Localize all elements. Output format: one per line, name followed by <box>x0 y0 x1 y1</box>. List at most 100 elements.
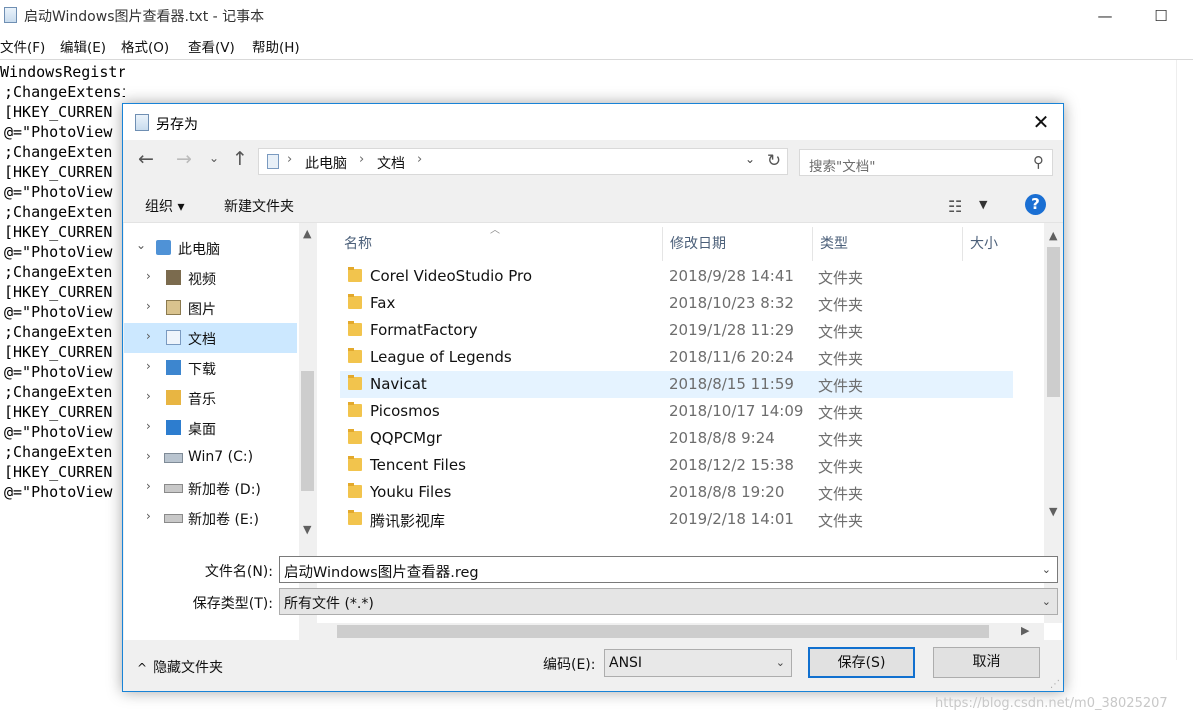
search-icon[interactable]: ⚲ <box>1033 153 1044 171</box>
expand-chevron-icon[interactable]: › <box>146 269 151 283</box>
text-line: ;ChangeExten <box>4 383 113 401</box>
folder-icon <box>348 483 362 498</box>
text-line: @="PhotoView <box>4 303 113 321</box>
back-arrow-icon[interactable]: ← <box>135 148 157 170</box>
scroll-up-arrow-icon[interactable]: ▲ <box>303 227 311 240</box>
recent-locations-chevron-icon[interactable]: ⌄ <box>203 151 225 165</box>
view-options-icon[interactable]: ☷ <box>948 197 962 216</box>
menu-help[interactable]: 帮助(H) <box>252 36 300 56</box>
column-size[interactable]: 大小 <box>970 233 998 253</box>
scroll-down-arrow-icon[interactable]: ▼ <box>1049 505 1057 518</box>
file-row[interactable]: Tencent Files 2018/12/2 15:38 文件夹 <box>340 452 1013 479</box>
help-icon[interactable]: ? <box>1025 194 1046 215</box>
nav-item-this-pc[interactable]: ⌄ 此电脑 <box>124 233 297 263</box>
chevron-down-icon[interactable]: ⌄ <box>1042 595 1051 608</box>
file-date: 2018/10/23 8:32 <box>669 294 794 312</box>
encoding-select[interactable]: ANSI ⌄ <box>604 649 792 677</box>
breadcrumb-separator-icon[interactable]: › <box>417 152 422 167</box>
file-row[interactable]: Corel VideoStudio Pro 2018/9/28 14:41 文件夹 <box>340 263 1013 290</box>
file-row[interactable]: Picosmos 2018/10/17 14:09 文件夹 <box>340 398 1013 425</box>
notepad-scrollbar[interactable] <box>1176 60 1193 660</box>
menu-view[interactable]: 查看(V) <box>188 36 235 56</box>
scroll-right-arrow-icon[interactable]: ▶ <box>1021 624 1029 637</box>
column-divider[interactable] <box>962 227 963 261</box>
nav-item-drive-c[interactable]: › Win7 (C:) <box>124 443 297 473</box>
save-type-select[interactable]: 所有文件 (*.*) ⌄ <box>279 588 1058 615</box>
filename-input[interactable]: 启动Windows图片查看器.reg ⌄ <box>279 556 1058 583</box>
expand-chevron-icon[interactable]: › <box>146 419 151 433</box>
expand-chevron-icon[interactable]: › <box>146 359 151 373</box>
maximize-button[interactable]: ☐ <box>1138 2 1184 30</box>
watermark: https://blog.csdn.net/m0_38025207 <box>935 696 1168 711</box>
column-divider[interactable] <box>662 227 663 261</box>
nav-item-pictures[interactable]: › 图片 <box>124 293 297 323</box>
scrollbar-thumb[interactable] <box>337 625 989 638</box>
expand-chevron-icon[interactable]: › <box>146 299 151 313</box>
minimize-button[interactable]: — <box>1082 2 1128 30</box>
expand-chevron-icon[interactable]: › <box>146 449 151 463</box>
save-button[interactable]: 保存(S) <box>808 647 915 678</box>
file-list-horizontal-scrollbar[interactable]: ▶ <box>317 623 1044 640</box>
music-folder-icon <box>166 390 181 405</box>
column-headers: ︿ 名称 修改日期 类型 大小 <box>317 223 1044 263</box>
nav-item-videos[interactable]: › 视频 <box>124 263 297 293</box>
file-type: 文件夹 <box>818 323 864 341</box>
address-dropdown-icon[interactable]: ⌄ <box>745 152 755 166</box>
text-line: ;ChangeExten <box>4 443 113 461</box>
expand-chevron-icon[interactable]: › <box>146 329 151 343</box>
menu-format[interactable]: 格式(O) <box>121 36 169 56</box>
hide-folders-toggle[interactable]: ^ 隐藏文件夹 <box>137 657 223 677</box>
menu-file[interactable]: 文件(F) <box>0 36 45 56</box>
breadcrumb-documents[interactable]: 文档 <box>377 153 405 173</box>
resize-grip-icon[interactable]: ⋰ <box>1050 679 1060 690</box>
folder-icon <box>348 429 362 444</box>
file-row[interactable]: League of Legends 2018/11/6 20:24 文件夹 <box>340 344 1013 371</box>
file-row[interactable]: 腾讯影视库 2019/2/18 14:01 文件夹 <box>340 506 1013 533</box>
file-row[interactable]: Navicat 2018/8/15 11:59 文件夹 <box>340 371 1013 398</box>
file-name: Corel VideoStudio Pro <box>370 267 533 285</box>
nav-item-desktop[interactable]: › 桌面 <box>124 413 297 443</box>
text-line: ;ChangeExten <box>4 143 113 161</box>
scrollbar-thumb[interactable] <box>1047 247 1060 397</box>
nav-item-drive-d[interactable]: › 新加卷 (D:) <box>124 473 297 503</box>
search-box[interactable]: 搜索"文档" ⚲ <box>799 149 1053 176</box>
menu-edit[interactable]: 编辑(E) <box>60 36 106 56</box>
expand-chevron-icon[interactable]: › <box>146 479 151 493</box>
close-button[interactable]: ✕ <box>1019 106 1063 138</box>
column-date-modified[interactable]: 修改日期 <box>670 233 726 253</box>
column-type[interactable]: 类型 <box>820 233 848 253</box>
chevron-down-icon[interactable]: ⌄ <box>1042 563 1051 576</box>
forward-arrow-icon[interactable]: → <box>173 148 195 170</box>
file-row[interactable]: FormatFactory 2019/1/28 11:29 文件夹 <box>340 317 1013 344</box>
text-line: @="PhotoView <box>4 243 113 261</box>
notepad-text-area[interactable]: WindowsRegistryEditorVersion5.00 ;ChangeE… <box>0 62 125 512</box>
expand-chevron-icon[interactable]: › <box>146 389 151 403</box>
breadcrumb-separator-icon[interactable]: › <box>359 152 364 167</box>
file-row[interactable]: Fax 2018/10/23 8:32 文件夹 <box>340 290 1013 317</box>
nav-item-downloads[interactable]: › 下载 <box>124 353 297 383</box>
scroll-up-arrow-icon[interactable]: ▲ <box>1049 229 1057 242</box>
nav-item-music[interactable]: › 音乐 <box>124 383 297 413</box>
nav-item-documents[interactable]: › 文档 <box>124 323 297 353</box>
view-dropdown-icon[interactable]: ▼ <box>979 198 987 211</box>
breadcrumb-separator-icon[interactable]: › <box>287 152 292 167</box>
up-arrow-icon[interactable]: ↑ <box>229 148 251 170</box>
column-divider[interactable] <box>812 227 813 261</box>
chevron-down-icon[interactable]: ⌄ <box>776 656 785 669</box>
address-bar[interactable]: › 此电脑 › 文档 › ⌄ <box>258 148 788 175</box>
scrollbar-thumb[interactable] <box>301 371 314 491</box>
nav-label: 下载 <box>188 362 216 378</box>
expand-chevron-icon[interactable]: › <box>146 509 151 523</box>
file-row[interactable]: Youku Files 2018/8/8 19:20 文件夹 <box>340 479 1013 506</box>
nav-item-drive-e[interactable]: › 新加卷 (E:) <box>124 503 297 533</box>
breadcrumb-this-pc[interactable]: 此电脑 <box>305 153 347 173</box>
new-folder-button[interactable]: 新建文件夹 <box>224 196 294 216</box>
refresh-icon[interactable]: ↻ <box>763 148 785 175</box>
collapse-chevron-icon[interactable]: ⌄ <box>136 238 146 252</box>
file-row[interactable]: QQPCMgr 2018/8/8 9:24 文件夹 <box>340 425 1013 452</box>
file-name: Picosmos <box>370 402 440 420</box>
cancel-button[interactable]: 取消 <box>933 647 1040 678</box>
column-name[interactable]: 名称 <box>344 233 372 253</box>
scroll-down-arrow-icon[interactable]: ▼ <box>303 523 311 536</box>
organize-button[interactable]: 组织 ▾ <box>145 196 184 216</box>
